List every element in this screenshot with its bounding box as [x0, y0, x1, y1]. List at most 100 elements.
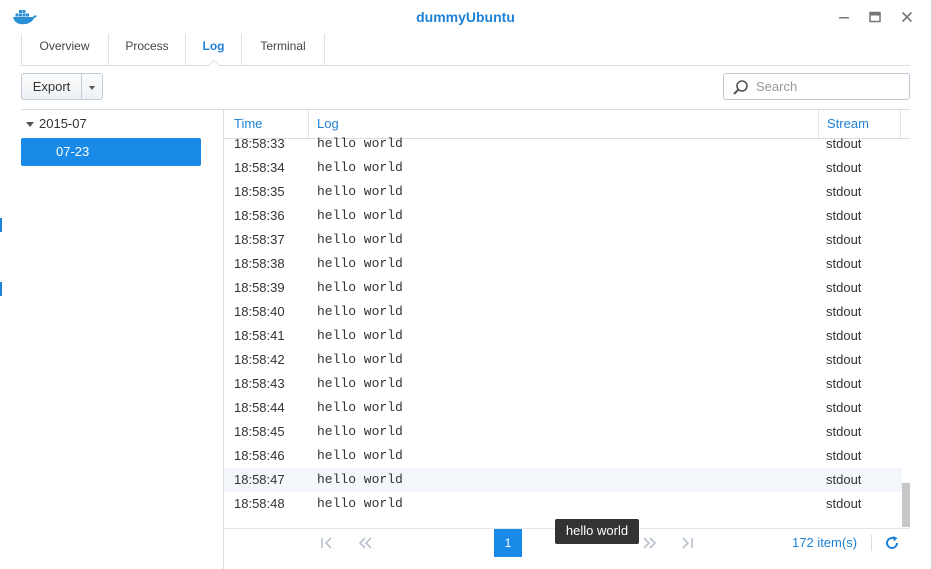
table-row[interactable]: 18:58:33 hello world stdout	[224, 132, 902, 156]
minimize-icon	[839, 17, 849, 19]
table-row[interactable]: 18:58:42 hello world stdout	[224, 348, 902, 372]
table-row[interactable]: 18:58:36 hello world stdout	[224, 204, 902, 228]
cell-log: hello world	[317, 136, 403, 151]
cell-stream: stdout	[826, 304, 862, 319]
cell-time: 18:58:47	[234, 472, 285, 487]
table-row[interactable]: 18:58:47 hello world stdout	[224, 468, 902, 492]
table-row[interactable]: 18:58:41 hello world stdout	[224, 324, 902, 348]
previous-page-button[interactable]	[355, 533, 375, 553]
table-row[interactable]: 18:58:43 hello world stdout	[224, 372, 902, 396]
table-row[interactable]: 18:58:44 hello world stdout	[224, 396, 902, 420]
cell-time: 18:58:48	[234, 496, 285, 511]
tab-process[interactable]: Process	[109, 34, 186, 65]
cell-log: hello world	[317, 232, 403, 247]
cell-stream: stdout	[826, 208, 862, 223]
cell-stream: stdout	[826, 496, 862, 511]
cell-log: hello world	[317, 352, 403, 367]
cell-time: 18:58:33	[234, 136, 285, 151]
tab-overview-label: Overview	[39, 39, 90, 53]
cell-stream: stdout	[826, 448, 862, 463]
cell-log: hello world	[317, 160, 403, 175]
cell-stream: stdout	[826, 280, 862, 295]
tab-log-label: Log	[202, 39, 225, 53]
tab-bar: Overview Process Log Terminal	[21, 34, 910, 66]
table-row[interactable]: 18:58:40 hello world stdout	[224, 300, 902, 324]
cell-stream: stdout	[826, 400, 862, 415]
search-input[interactable]	[754, 78, 906, 95]
tree-month-label: 2015-07	[39, 116, 87, 131]
cell-stream: stdout	[826, 232, 862, 247]
window-title: dummyUbuntu	[416, 9, 515, 25]
cell-time: 18:58:34	[234, 160, 285, 175]
maximize-icon	[869, 11, 881, 23]
cell-log: hello world	[317, 400, 403, 415]
background-window-edge	[0, 282, 2, 296]
tab-log[interactable]: Log	[186, 34, 242, 66]
last-page-icon	[682, 537, 693, 549]
cell-time: 18:58:45	[234, 424, 285, 439]
cell-log: hello world	[317, 280, 403, 295]
table-row[interactable]: 18:58:37 hello world stdout	[224, 228, 902, 252]
table-row[interactable]: 18:58:39 hello world stdout	[224, 276, 902, 300]
refresh-button[interactable]	[884, 535, 900, 551]
cell-stream: stdout	[826, 256, 862, 271]
cell-time: 18:58:42	[234, 352, 285, 367]
tree-node-day-selected[interactable]: 07-23	[21, 138, 201, 166]
current-page-number[interactable]: 1	[494, 529, 522, 557]
next-page-button[interactable]	[640, 533, 660, 553]
first-page-button[interactable]	[317, 533, 337, 553]
cell-stream: stdout	[826, 376, 862, 391]
date-tree: 2015-07 07-23	[21, 110, 224, 569]
expand-arrow-icon[interactable]	[26, 122, 34, 127]
double-chevron-right-icon	[643, 537, 657, 549]
cell-time: 18:58:35	[234, 184, 285, 199]
table-row[interactable]: 18:58:35 hello world stdout	[224, 180, 902, 204]
cell-stream: stdout	[826, 184, 862, 199]
cell-log: hello world	[317, 472, 403, 487]
cell-time: 18:58:39	[234, 280, 285, 295]
table-row[interactable]: 18:58:34 hello world stdout	[224, 156, 902, 180]
table-row[interactable]: 18:58:46 hello world stdout	[224, 444, 902, 468]
cell-stream: stdout	[826, 352, 862, 367]
table-row[interactable]: 18:58:48 hello world stdout	[224, 492, 902, 516]
cell-time: 18:58:38	[234, 256, 285, 271]
maximize-button[interactable]	[867, 9, 883, 25]
cell-time: 18:58:37	[234, 232, 285, 247]
title-bar[interactable]: dummyUbuntu	[0, 0, 931, 34]
tab-overview[interactable]: Overview	[21, 34, 109, 65]
cell-log: hello world	[317, 304, 403, 319]
cell-log: hello world	[317, 208, 403, 223]
cell-stream: stdout	[826, 160, 862, 175]
cell-log: hello world	[317, 496, 403, 511]
tab-terminal[interactable]: Terminal	[242, 34, 325, 65]
tab-terminal-label: Terminal	[260, 39, 306, 53]
cell-log: hello world	[317, 448, 403, 463]
vertical-scrollbar[interactable]	[902, 483, 910, 527]
cell-time: 18:58:40	[234, 304, 285, 319]
chevron-down-icon	[89, 86, 95, 90]
last-page-button[interactable]	[677, 533, 697, 553]
cell-tooltip: hello world	[555, 519, 639, 544]
cell-stream: stdout	[826, 424, 862, 439]
cell-log: hello world	[317, 256, 403, 271]
tab-process-label: Process	[125, 39, 169, 53]
export-button[interactable]: Export	[21, 73, 82, 100]
background-window-edge	[0, 218, 2, 232]
table-row[interactable]: 18:58:38 hello world stdout	[224, 252, 902, 276]
search-box[interactable]	[723, 73, 910, 100]
cell-time: 18:58:41	[234, 328, 285, 343]
search-icon	[733, 80, 748, 95]
close-button[interactable]	[899, 9, 915, 25]
container-log-window: dummyUbuntu Overview Process Log Termina…	[0, 0, 932, 569]
minimize-button[interactable]	[836, 9, 852, 25]
cell-stream: stdout	[826, 328, 862, 343]
refresh-icon	[886, 536, 899, 549]
cell-log: hello world	[317, 376, 403, 391]
tree-day-label: 07-23	[56, 144, 90, 159]
cell-time: 18:58:46	[234, 448, 285, 463]
export-dropdown-button[interactable]	[82, 73, 103, 100]
log-grid: Time Log Stream 18:58:33 hello world stdou…	[224, 110, 910, 569]
cell-time: 18:58:44	[234, 400, 285, 415]
first-page-icon	[321, 537, 332, 549]
table-row[interactable]: 18:58:45 hello world stdout	[224, 420, 902, 444]
